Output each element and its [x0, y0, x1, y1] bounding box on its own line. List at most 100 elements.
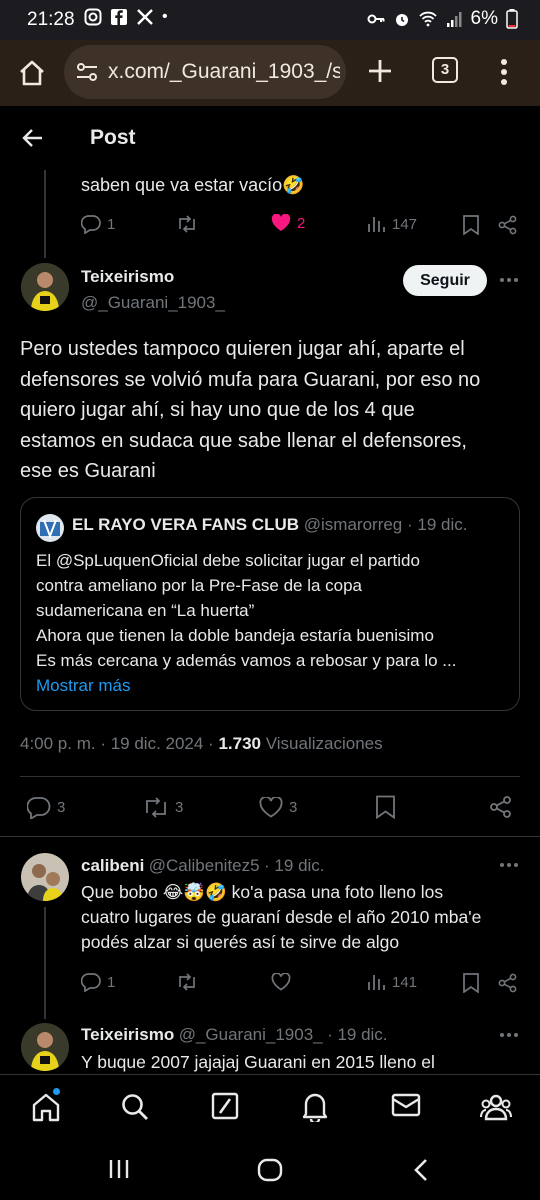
- like-count: 3: [289, 799, 298, 816]
- share-icon[interactable]: [489, 795, 513, 819]
- views-button[interactable]: 147: [366, 214, 417, 234]
- heart-filled-icon: [271, 214, 291, 231]
- signal-icon: [446, 12, 462, 27]
- nav-home[interactable]: [31, 1088, 61, 1127]
- new-tab-icon[interactable]: [367, 58, 393, 84]
- author-name[interactable]: calibeni: [81, 856, 144, 875]
- mail-icon[interactable]: [391, 1092, 421, 1118]
- avatar-image: [21, 853, 69, 901]
- retweet-button[interactable]: [176, 972, 198, 992]
- reply-button[interactable]: 1: [81, 972, 115, 992]
- reply-text-line: Y buque 2007 jajajaj Guarani en 2015 lle…: [81, 1052, 435, 1072]
- bookmark-icon[interactable]: [375, 795, 396, 819]
- views-chart-icon: [368, 217, 385, 232]
- share-icon[interactable]: [498, 215, 518, 235]
- author-handle[interactable]: @_Guarani_1903_: [179, 1025, 323, 1044]
- thread-connector: [44, 170, 46, 258]
- quoted-post-card[interactable]: EL RAYO VERA FANS CLUB @ismarorreg · 19 …: [20, 497, 520, 711]
- thread-connector: [44, 907, 46, 1019]
- quote-text-line: sudamericana en “La huerta”: [36, 601, 255, 620]
- status-bar: 21:28 • 6%: [0, 0, 540, 40]
- avatar[interactable]: [21, 853, 69, 901]
- share-icon[interactable]: [498, 973, 518, 993]
- bookmark-icon[interactable]: [462, 215, 480, 235]
- quote-text-line: El @SpLuquenOficial debe solicitar jugar…: [36, 551, 420, 570]
- site-settings-icon[interactable]: [76, 62, 98, 82]
- vpn-key-icon: [367, 14, 385, 24]
- recent-apps-icon[interactable]: [108, 1158, 130, 1180]
- quote-avatar: [36, 514, 64, 542]
- quote-date: · 19 dic.: [407, 515, 468, 534]
- battery-percent: 6%: [470, 8, 498, 29]
- instagram-icon: [84, 8, 102, 26]
- prev-reply-text: saben que va estar vacío🤣: [81, 175, 305, 195]
- browser-toolbar: x.com/_Guarani_1903_/s 3: [0, 40, 540, 106]
- post-thread: saben que va estar vacío🤣 1 2 147 Teixei…: [0, 170, 540, 1074]
- reply-button[interactable]: 1: [81, 214, 115, 234]
- quote-text-line: Es más cercana y además vamos a rebosar …: [36, 651, 457, 670]
- post-timestamp[interactable]: 4:00 p. m. · 19 dic. 2024 ·: [20, 734, 214, 753]
- reply-icon: [27, 797, 51, 819]
- post-text-line: ese es Guarani: [20, 460, 156, 482]
- like-button[interactable]: 3: [259, 797, 297, 818]
- avatar[interactable]: [21, 263, 69, 311]
- author-handle[interactable]: @_Guarani_1903_: [81, 293, 225, 313]
- quote-avatar-image: [36, 514, 64, 542]
- reply-text-line: podés alzar si querés así te sirve de al…: [81, 932, 400, 952]
- reply-date[interactable]: · 19 dic.: [327, 1025, 387, 1044]
- retweet-icon: [179, 215, 195, 233]
- reply-count: 1: [107, 973, 116, 991]
- status-left-icons: •: [84, 8, 168, 26]
- quote-text-line: Ahora que tienen la doble bandeja estarí…: [36, 626, 434, 645]
- like-button[interactable]: [271, 973, 291, 991]
- follow-button[interactable]: Seguir: [403, 265, 487, 296]
- bottom-navigation: [0, 1074, 540, 1138]
- retweet-button[interactable]: [176, 214, 198, 234]
- url-text[interactable]: x.com/_Guarani_1903_/s: [108, 60, 340, 84]
- reply-text-line: Que bobo 😂🤯🤣 ko'a pasa una foto lleno lo…: [81, 882, 444, 902]
- home-button-icon[interactable]: [257, 1158, 283, 1182]
- divider: [0, 836, 540, 837]
- address-bar[interactable]: x.com/_Guarani_1903_/s: [64, 45, 346, 99]
- reply-icon: [81, 215, 101, 234]
- reply-count: 3: [57, 799, 66, 816]
- show-more-link[interactable]: Mostrar más: [36, 673, 130, 698]
- post-text-line: estamos en sudaca que sabe llenar el def…: [20, 429, 467, 452]
- back-arrow-icon[interactable]: [22, 127, 44, 149]
- retweet-icon: [146, 797, 166, 818]
- bell-icon[interactable]: [301, 1092, 329, 1122]
- tab-switcher-button[interactable]: 3: [432, 57, 458, 83]
- reply-date[interactable]: · 19 dic.: [264, 856, 324, 875]
- grok-icon[interactable]: [211, 1092, 239, 1120]
- author-name[interactable]: Teixeirismo: [81, 267, 174, 287]
- status-right-icons: 6%: [367, 8, 518, 30]
- views-button[interactable]: 141: [366, 972, 417, 992]
- author-handle[interactable]: @Calibenitez5: [149, 856, 260, 875]
- bookmark-icon[interactable]: [462, 973, 480, 993]
- reply-count: 1: [107, 215, 116, 233]
- like-count: 2: [297, 214, 306, 232]
- quote-author-name: EL RAYO VERA FANS CLUB: [72, 515, 300, 534]
- author-name[interactable]: Teixeirismo: [81, 1025, 174, 1044]
- retweet-button[interactable]: 3: [143, 796, 183, 819]
- post-text-line: defensores se volvió mufa para Guarani, …: [20, 368, 481, 391]
- page-title: Post: [90, 126, 136, 149]
- like-button[interactable]: 2: [271, 214, 305, 232]
- post-text-line: Pero ustedes tampoco quieren jugar ahí, …: [20, 338, 465, 360]
- browser-menu-icon[interactable]: [500, 58, 508, 86]
- search-icon[interactable]: [120, 1092, 150, 1122]
- alarm-icon: [395, 14, 408, 26]
- views-label: Visualizaciones: [265, 734, 383, 753]
- views-count: 141: [392, 973, 418, 991]
- communities-icon[interactable]: [480, 1092, 512, 1122]
- reply-button[interactable]: 3: [27, 796, 65, 819]
- battery-icon: [506, 9, 518, 29]
- post-text-line: quiero jugar ahí, si hay uno que de los …: [20, 399, 415, 421]
- more-options-icon[interactable]: [499, 862, 519, 868]
- back-button-icon[interactable]: [413, 1158, 429, 1182]
- home-icon[interactable]: [18, 59, 46, 87]
- more-options-icon[interactable]: [499, 1032, 519, 1038]
- post-body: Pero ustedes tampoco quieren jugar ahí, …: [20, 334, 480, 487]
- more-options-icon[interactable]: [499, 277, 519, 283]
- avatar[interactable]: [21, 1023, 69, 1071]
